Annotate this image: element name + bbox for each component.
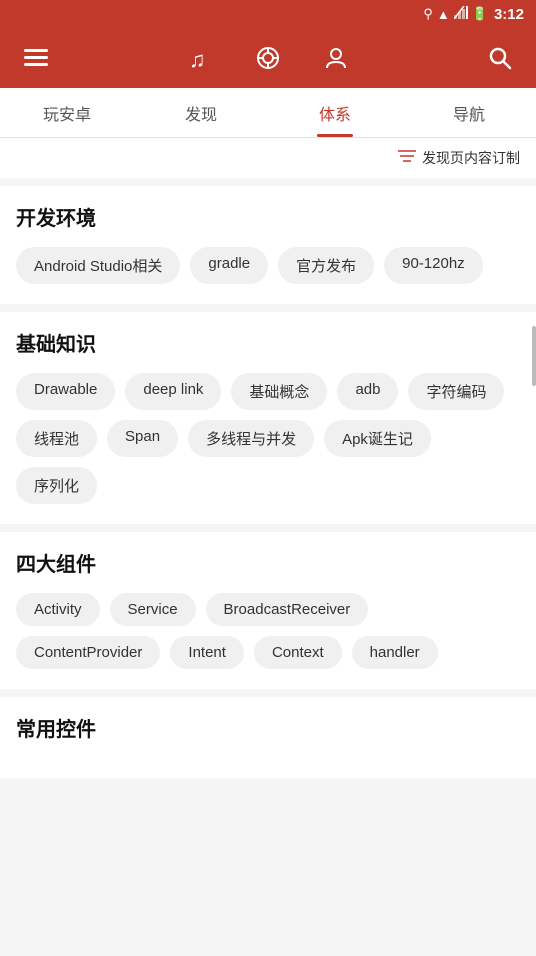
section-basic-knowledge: 基础知识 Drawable deep link 基础概念 adb 字符编码 线程… [0,312,536,524]
status-bar: ⚲ ▲ 🔋 3:12 [0,0,536,28]
menu-button[interactable] [16,38,56,78]
scroll-indicator [532,326,536,386]
clock: 3:12 [494,6,524,23]
tag-span[interactable]: Span [107,420,178,457]
tag-duoxiancheng[interactable]: 多线程与并发 [188,420,314,457]
battery-icon: 🔋 [472,6,488,22]
music-nav-button[interactable]: ♫ [180,38,220,78]
tag-drawable[interactable]: Drawable [16,373,115,410]
status-icons: ⚲ ▲ 🔋 [423,6,488,22]
section-four-components-title: 四大组件 [16,548,520,577]
top-nav: ♫ [0,28,536,88]
section-four-components-tags: Activity Service BroadcastReceiver Conte… [16,593,520,669]
section-dev-env-tags: Android Studio相关 gradle 官方发布 90-120hz [16,247,520,284]
tab-tixi[interactable]: 体系 [268,88,402,137]
tag-handler[interactable]: handler [352,636,438,669]
tag-contentprovider[interactable]: ContentProvider [16,636,160,669]
tag-xulihua[interactable]: 序列化 [16,467,97,504]
tag-service[interactable]: Service [110,593,196,626]
section-common-controls: 常用控件 [0,697,536,778]
tab-daohang[interactable]: 导航 [402,88,536,137]
filter-icon [398,149,416,168]
tab-wananzuo[interactable]: 玩安卓 [0,88,134,137]
cloud-nav-button[interactable] [248,38,288,78]
tag-intent[interactable]: Intent [170,636,244,669]
tag-zifubianma[interactable]: 字符编码 [408,373,504,410]
svg-text:♫: ♫ [189,47,206,71]
tab-faxian[interactable]: 发现 [134,88,268,137]
filter-text[interactable]: 发现页内容订制 [422,148,520,168]
tag-android-studio[interactable]: Android Studio相关 [16,247,180,284]
section-four-components: 四大组件 Activity Service BroadcastReceiver … [0,532,536,689]
tag-xianchengchi[interactable]: 线程池 [16,420,97,457]
section-basic-knowledge-title: 基础知识 [16,328,520,357]
wifi-icon: ▲ [437,7,450,22]
signal-icon [454,6,468,22]
tag-activity[interactable]: Activity [16,593,100,626]
content-area: 发现页内容订制 开发环境 Android Studio相关 gradle 官方发… [0,138,536,778]
tab-bar: 玩安卓 发现 体系 导航 [0,88,536,138]
tag-deep-link[interactable]: deep link [125,373,221,410]
location-icon: ⚲ [423,6,433,22]
section-dev-env: 开发环境 Android Studio相关 gradle 官方发布 90-120… [0,186,536,304]
tag-jichugainian[interactable]: 基础概念 [231,373,327,410]
tag-apkdanshengji[interactable]: Apk诞生记 [324,420,431,457]
tag-90-120hz[interactable]: 90-120hz [384,247,483,284]
tag-broadcastreceiver[interactable]: BroadcastReceiver [206,593,369,626]
tag-gradle[interactable]: gradle [190,247,268,284]
filter-bar: 发现页内容订制 [0,138,536,178]
section-dev-env-title: 开发环境 [16,202,520,231]
tag-guanfangfabu[interactable]: 官方发布 [278,247,374,284]
tag-adb[interactable]: adb [337,373,398,410]
tag-context[interactable]: Context [254,636,342,669]
section-common-controls-title: 常用控件 [16,713,520,742]
user-nav-button[interactable] [316,38,356,78]
nav-center: ♫ [180,38,356,78]
search-button[interactable] [480,38,520,78]
section-basic-knowledge-tags: Drawable deep link 基础概念 adb 字符编码 线程池 Spa… [16,373,520,504]
